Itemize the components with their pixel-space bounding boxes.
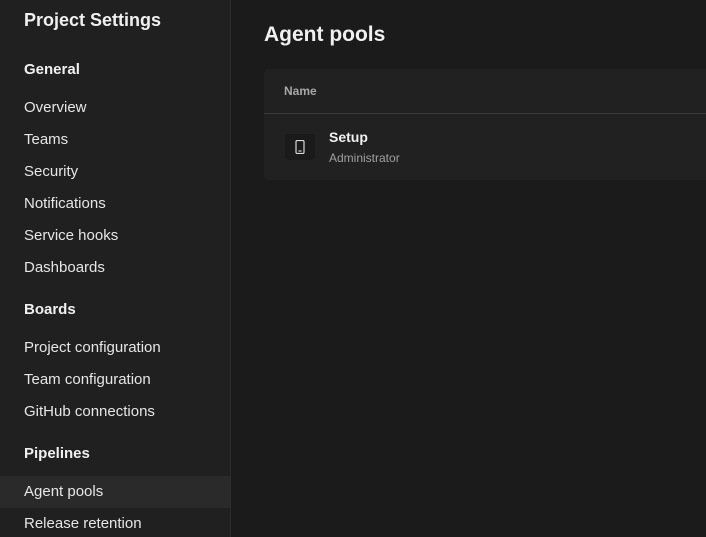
sidebar-item-dashboards[interactable]: Dashboards	[0, 252, 230, 284]
section-header-general: General	[24, 61, 80, 78]
table-row[interactable]: Setup Administrator	[264, 115, 706, 179]
column-header-name[interactable]: Name	[284, 84, 317, 98]
phone-device-icon	[285, 134, 315, 160]
sidebar-item-teams[interactable]: Teams	[0, 124, 230, 156]
sidebar-item-service-hooks[interactable]: Service hooks	[0, 220, 230, 252]
sidebar-item-team-configuration[interactable]: Team configuration	[0, 364, 230, 396]
row-pool-name[interactable]: Setup	[329, 129, 368, 145]
sidebar: Project Settings General Overview Teams …	[0, 0, 231, 537]
main-content: Agent pools Name Setup Administrator	[231, 0, 706, 537]
app-root: Project Settings General Overview Teams …	[0, 0, 706, 537]
sidebar-item-overview[interactable]: Overview	[0, 92, 230, 124]
sidebar-item-project-configuration[interactable]: Project configuration	[0, 332, 230, 364]
sidebar-item-security[interactable]: Security	[0, 156, 230, 188]
agent-pools-table: Name Setup Administrator	[264, 69, 706, 180]
row-pool-subtitle: Administrator	[329, 151, 400, 165]
sidebar-item-github-connections[interactable]: GitHub connections	[0, 396, 230, 428]
table-header: Name	[264, 69, 706, 114]
section-header-boards: Boards	[24, 301, 76, 318]
sidebar-item-notifications[interactable]: Notifications	[0, 188, 230, 220]
sidebar-title: Project Settings	[24, 10, 162, 30]
section-header-pipelines: Pipelines	[24, 445, 90, 462]
page-title: Agent pools	[264, 23, 386, 46]
sidebar-item-agent-pools[interactable]: Agent pools	[0, 476, 230, 508]
sidebar-item-release-retention[interactable]: Release retention	[0, 508, 230, 537]
